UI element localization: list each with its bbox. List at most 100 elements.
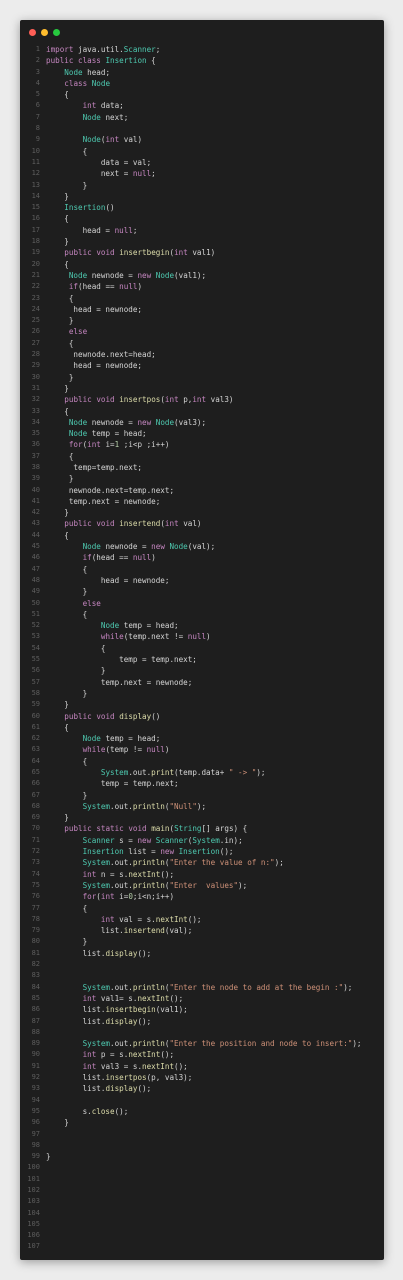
code-line: 104 [20,1208,384,1219]
code-text: Insertion list = new Insertion(); [82,847,234,857]
code-text: } [46,180,88,190]
code-line: 35 Node temp = head; [20,428,384,439]
line-number: 36 [31,440,40,449]
code-line: 63 while(temp != null) [20,744,384,755]
line-number: 101 [27,1174,40,1183]
code-text: next = null; [46,169,156,179]
line-number: 55 [31,655,40,664]
line-number: 35 [31,429,40,438]
code-text: int data; [82,101,124,111]
line-number: 100 [27,1163,40,1172]
line-number: 57 [31,677,40,686]
line-number: 65 [31,768,40,776]
line-number: 61 [31,722,40,731]
code-text: System.out.println("Null"); [82,801,207,811]
code-line: 40 newnode.next=temp.next; [20,485,384,496]
line-number: 28 [31,350,40,359]
code-line: 17 head = null; [20,225,384,236]
code-text: int n = s.nextInt(); [82,869,175,879]
code-line: 96 } [20,1117,384,1128]
code-line: 89 System.out.println("Enter the positio… [20,1038,384,1049]
code-line: 74 int n = s.nextInt(); [20,869,384,880]
code-text: { [46,722,69,732]
line-number: 11 [31,157,40,166]
line-number: 54 [31,643,40,652]
code-text: public void display() [64,711,161,721]
code-text: Node temp = head; [68,429,147,439]
line-number: 73 [31,858,40,867]
code-text: } [46,237,69,247]
line-number: 72 [31,847,40,856]
code-text: System.out.println("Enter values"); [82,880,248,890]
line-number: 88 [31,1027,40,1036]
code-line: 92 list.insertpos(p, val3); [20,1072,384,1083]
line-number: 87 [31,1016,40,1025]
code-text: int p = s.nextInt(); [82,1050,175,1060]
code-line: 71 Scanner s = new Scanner(System.in); [20,835,384,846]
code-text: public void insertbegin(int val1) [64,248,216,258]
code-line: 77 { [20,903,384,914]
code-text: data = val; [46,157,152,167]
line-number: 105 [27,1219,40,1228]
line-number: 3 [35,67,40,76]
code-line: 23 { [20,293,384,304]
line-number: 23 [31,293,40,302]
code-text: } [46,937,88,947]
code-line: 39 } [20,473,384,484]
code-text: head = newnode; [46,361,143,371]
line-number: 21 [31,270,40,279]
line-number: 26 [31,327,40,336]
line-number: 63 [31,745,40,754]
code-line: 44 { [20,530,384,541]
line-number: 15 [31,203,40,212]
line-number: 67 [31,790,40,799]
code-line: 88 [20,1027,384,1038]
code-line: 72 Insertion list = new Insertion(); [20,846,384,857]
line-number: 10 [31,146,40,155]
code-line: 50 else [20,598,384,609]
code-line: 54 { [20,643,384,654]
code-text: list.insertend(val); [46,926,193,936]
code-line: 56 } [20,665,384,676]
line-number: 89 [31,1039,40,1048]
code-text: class Node [64,78,111,88]
code-text: Node newnode = new Node(val); [82,542,216,552]
line-number: 41 [31,496,40,505]
code-line: 87 list.display(); [20,1016,384,1027]
code-line: 73 System.out.println("Enter the value o… [20,857,384,868]
code-text: } [46,316,74,326]
code-line: 6 int data; [20,100,384,111]
code-line: 21 Node newnode = new Node(val1); [20,270,384,281]
code-text: } [46,813,69,823]
code-line: 69 } [20,812,384,823]
code-text: list.display(); [46,1084,152,1094]
code-line: 41 temp.next = newnode; [20,496,384,507]
code-line: 52 Node temp = head; [20,620,384,631]
line-number: 5 [35,90,40,99]
line-number: 31 [31,383,40,392]
code-text: { [46,259,69,269]
code-line: 66 temp = temp.next; [20,778,384,789]
code-line: 81 list.display(); [20,948,384,959]
line-number: 90 [31,1050,40,1059]
code-line: 82 [20,959,384,970]
code-text: Node temp = head; [100,621,179,631]
line-number: 104 [27,1208,40,1217]
code-line: 20 { [20,259,384,270]
code-line: 29 head = newnode; [20,360,384,371]
code-text: { [46,338,74,348]
line-number: 58 [31,688,40,697]
code-text: int val = s.nextInt(); [100,914,202,924]
code-text: newnode.next=temp.next; [46,485,175,495]
code-line: 90 int p = s.nextInt(); [20,1049,384,1060]
code-text: public class Insertion { [46,56,156,66]
code-text: Node newnode = new Node(val3); [68,417,207,427]
code-line: 48 head = newnode; [20,575,384,586]
line-number: 66 [31,779,40,788]
code-text: else [82,598,101,608]
line-number: 94 [31,1095,40,1104]
minimize-dot-icon [41,29,48,36]
code-text: } [46,383,69,393]
line-number: 43 [31,519,40,528]
code-text: Node next; [82,112,129,122]
